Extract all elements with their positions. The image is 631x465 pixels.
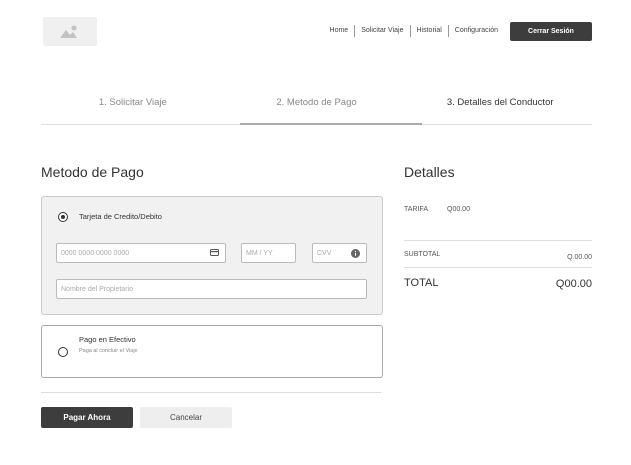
card-number-placeholder: 0000 0000 0000 0000: [61, 249, 130, 257]
tarifa-value: Q00.00: [447, 206, 470, 213]
image-placeholder-icon: [60, 25, 77, 38]
details-title: Detalles: [404, 164, 455, 180]
cvv-input[interactable]: CVV: [312, 243, 367, 263]
cash-option-subtext: Paga al concluir el Viaje: [79, 348, 138, 354]
pay-now-button[interactable]: Pagar Ahora: [41, 407, 133, 428]
expiry-placeholder: MM / YY: [246, 249, 273, 257]
form-divider: [41, 392, 381, 393]
logout-button[interactable]: Cerrar Sesión: [510, 21, 592, 41]
top-nav: Home Solicitar Viaje Historial Configura…: [324, 21, 592, 41]
nav-home[interactable]: Home: [324, 25, 355, 37]
step-detalles-conductor[interactable]: 3. Detalles del Conductor: [408, 90, 592, 124]
steps-tabs: 1. Solicitar Viaje 2. Metodo de Pago 3. …: [41, 90, 592, 125]
nav-configuracion[interactable]: Configuración: [449, 25, 504, 37]
payment-title: Metodo de Pago: [41, 164, 144, 180]
details-divider: [404, 267, 592, 268]
total-value: Q00.00: [555, 278, 592, 290]
nav-solicitar-viaje[interactable]: Solicitar Viaje: [355, 25, 409, 37]
logo: [43, 17, 97, 46]
cancel-button[interactable]: Cancelar: [140, 407, 232, 428]
expiry-input[interactable]: MM / YY: [241, 243, 296, 263]
total-label: TOTAL: [404, 277, 439, 289]
subtotal-label: SUBTOTAL: [404, 251, 441, 258]
credit-card-icon: [210, 249, 219, 256]
step-metodo-de-pago[interactable]: 2. Metodo de Pago: [225, 90, 422, 125]
tarifa-label: TARIFA: [404, 206, 428, 213]
cash-payment-option[interactable]: Pago en Efectivo Paga al concluir el Via…: [41, 325, 383, 378]
card-option-radio[interactable]: [58, 212, 68, 222]
cvv-placeholder: CVV: [317, 249, 332, 257]
owner-name-placeholder: Nombre del Propietario: [61, 285, 133, 293]
card-payment-option[interactable]: Tarjeta de Credito/Debito 0000 0000 0000…: [41, 196, 383, 315]
owner-name-input[interactable]: Nombre del Propietario: [56, 279, 367, 299]
cash-option-label: Pago en Efectivo: [79, 335, 136, 344]
nav-historial[interactable]: Historial: [411, 25, 448, 37]
card-option-label: Tarjeta de Credito/Debito: [79, 212, 162, 221]
step-solicitar-viaje[interactable]: 1. Solicitar Viaje: [41, 90, 225, 124]
subtotal-value: Q.00.00: [567, 254, 592, 261]
card-number-input[interactable]: 0000 0000 0000 0000: [56, 243, 226, 263]
cash-option-radio[interactable]: [58, 347, 68, 357]
info-icon[interactable]: [351, 249, 360, 258]
details-divider: [404, 240, 592, 241]
